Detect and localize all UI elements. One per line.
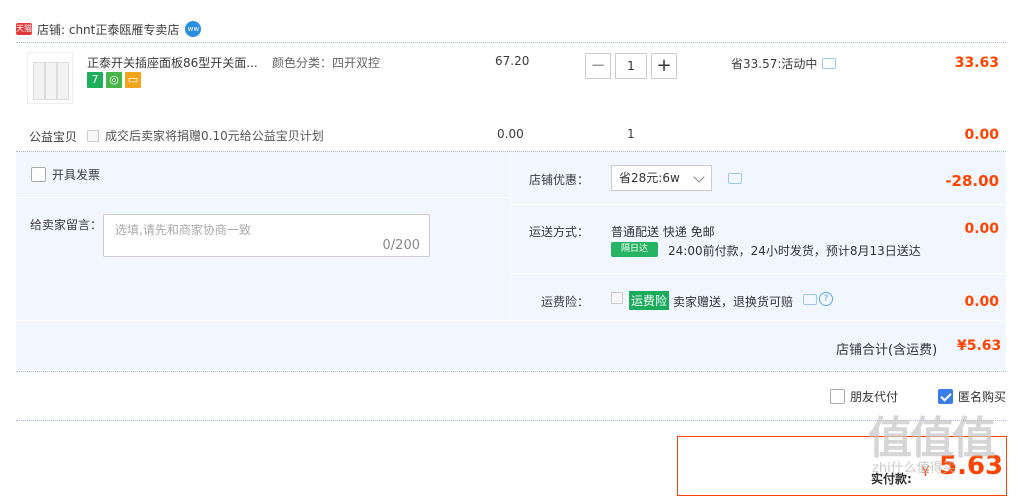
shipping-label: 运送方式：: [528, 225, 589, 239]
discount-selected: 省28元:6w: [619, 171, 680, 185]
discount-label: 店铺优惠：: [528, 173, 589, 187]
charity-price: 0.00: [497, 127, 524, 141]
promotion-text: 省33.57:活动中: [731, 57, 818, 71]
promotion-info: 省33.57:活动中: [731, 55, 837, 72]
insurance-checkbox: [611, 292, 623, 304]
charity-label: 公益宝贝: [29, 130, 78, 144]
tmall-icon: 天猫: [16, 23, 32, 35]
message-textarea[interactable]: 选填,请先和商家协商一致 0/200: [103, 214, 430, 257]
invoice-label: 开具发票: [52, 168, 101, 182]
friend-pay-checkbox[interactable]: [830, 389, 845, 404]
insurance-amount: 0.00: [964, 294, 999, 310]
divider: [16, 320, 1006, 321]
insurance-icons: ?: [803, 292, 833, 306]
increase-button[interactable]: +: [651, 53, 677, 79]
shipping-amount: 0.00: [964, 221, 999, 237]
shop-total-value: ¥5.63: [957, 338, 1002, 354]
charity-row: 成交后卖家将捐赠0.10元给公益宝贝计划: [87, 127, 324, 144]
divider: [16, 420, 1006, 421]
message-label: 给卖家留言：: [30, 218, 103, 232]
help-icon[interactable]: ?: [819, 292, 833, 306]
next-day-tag: 隔日达: [611, 242, 658, 257]
product-thumbnail[interactable]: [27, 52, 73, 104]
order-options-panel: [16, 152, 1006, 370]
message-char-count: 0/200: [382, 238, 420, 253]
invoice-option[interactable]: 开具发票: [31, 166, 100, 183]
divider: [16, 197, 510, 198]
chat-icon[interactable]: [803, 293, 817, 305]
product-title-link[interactable]: 正泰开关插座面板86型开关面...: [87, 54, 262, 71]
divider: [16, 42, 1006, 43]
insurance-label: 运费险：: [540, 295, 589, 309]
shop-name-link[interactable]: 店铺: chnt正泰瓯雁专卖店: [37, 21, 179, 38]
quantity-stepper: − 1 +: [585, 53, 677, 79]
chat-icon[interactable]: [822, 58, 837, 69]
message-placeholder: 选填,请先和商家协商一致: [115, 223, 251, 237]
shop-header: 天猫 店铺: chnt正泰瓯雁专卖店 ww: [16, 18, 202, 40]
charity-qty: 1: [627, 127, 635, 141]
seven-day-return-icon[interactable]: 7: [87, 72, 103, 88]
service-badges: 7 ◎ ▭: [87, 72, 141, 88]
guarantee-icon[interactable]: ◎: [106, 72, 122, 88]
divider: [510, 152, 511, 320]
item-subtotal: 33.63: [954, 55, 999, 71]
shipping-time: 24:00前付款，24小时发货，预计8月13日送达: [668, 244, 921, 258]
wangwang-icon[interactable]: ww: [185, 21, 202, 37]
invoice-checkbox[interactable]: [31, 167, 46, 182]
insurance-tag: 运费险: [629, 291, 670, 310]
charity-checkbox: [87, 129, 99, 142]
insurance-desc: 卖家赠送，退换货可赔: [673, 295, 794, 309]
charity-desc: 成交后卖家将捐赠0.10元给公益宝贝计划: [105, 129, 324, 143]
unit-price: 67.20: [495, 54, 530, 68]
quantity-input[interactable]: 1: [615, 53, 647, 79]
divider: [511, 273, 1006, 274]
divider: [16, 371, 1006, 372]
discount-select[interactable]: 省28元:6w: [611, 165, 712, 191]
watermark-text: zhi什么值得买: [872, 461, 956, 476]
shipping-method: 普通配送 快递 免邮: [611, 225, 715, 239]
shop-total-label: 店铺合计(含运费): [836, 343, 938, 358]
discount-amount: -28.00: [945, 172, 999, 190]
charity-subtotal: 0.00: [964, 127, 999, 143]
product-sku: 颜色分类：四开双控: [272, 56, 381, 70]
chat-icon[interactable]: [728, 173, 742, 184]
divider: [511, 204, 1006, 205]
chevron-down-icon: [693, 171, 705, 183]
credit-card-icon[interactable]: ▭: [125, 72, 141, 88]
decrease-button[interactable]: −: [585, 53, 611, 79]
